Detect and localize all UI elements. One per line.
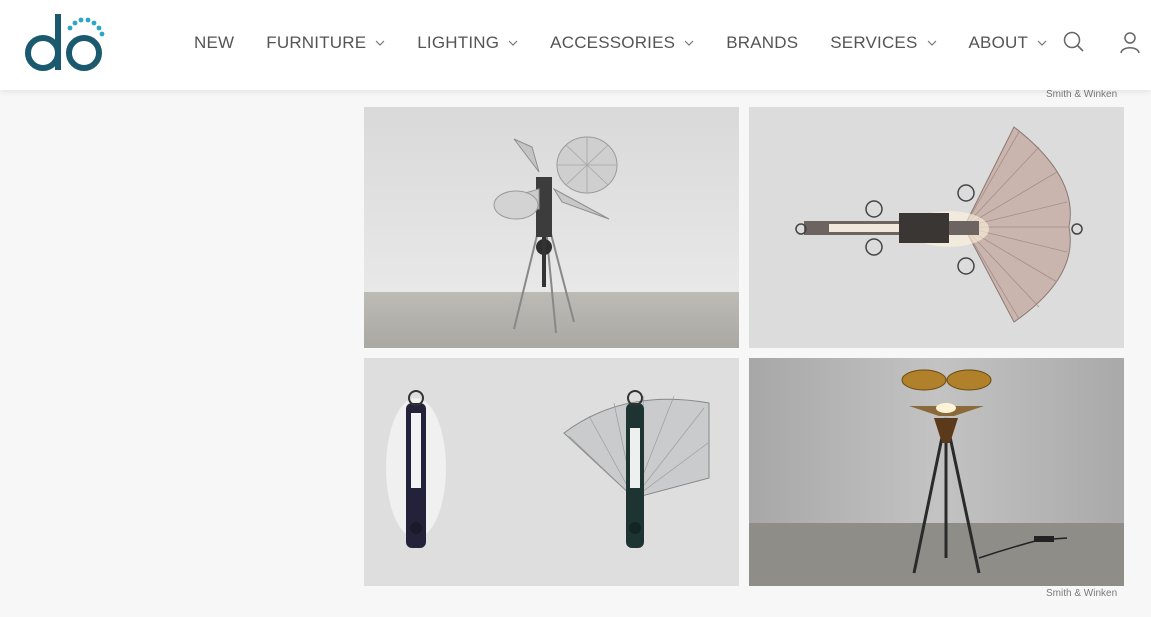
nav-item-label: ABOUT: [968, 33, 1029, 52]
nav-item-label: ACCESSORIES: [550, 33, 676, 52]
nav-item-furniture[interactable]: FURNITURE: [266, 33, 385, 53]
nav-item-label: FURNITURE: [266, 33, 367, 52]
nav-item-services[interactable]: SERVICES: [830, 33, 936, 53]
wall-lamp-fan-photo[interactable]: [749, 107, 1124, 348]
search-icon[interactable]: [1062, 30, 1086, 54]
nav-item-label: NEW: [194, 33, 235, 52]
chevron-down-icon: [927, 40, 936, 46]
site-header: NEW FURNITURE LIGHTING ACCESSORIES BRAND…: [0, 0, 1151, 90]
nav-item-accessories[interactable]: ACCESSORIES: [550, 33, 694, 53]
two-wall-lamps-photo[interactable]: [364, 358, 739, 586]
floor-lamp-fans-photo[interactable]: [364, 107, 739, 348]
main-nav: NEW FURNITURE LIGHTING ACCESSORIES BRAND…: [194, 31, 1079, 55]
chevron-down-icon: [375, 40, 385, 46]
chevron-down-icon: [1037, 40, 1047, 46]
chevron-down-icon: [508, 40, 518, 46]
chevron-down-icon: [684, 40, 694, 46]
user-icon[interactable]: [1118, 30, 1142, 54]
nav-item-brands[interactable]: BRANDS: [726, 33, 798, 53]
nav-item-label: SERVICES: [830, 33, 918, 52]
nav-item-lighting[interactable]: LIGHTING: [417, 33, 518, 53]
brand-logo[interactable]: [24, 14, 110, 76]
nav-item-label: BRANDS: [726, 33, 799, 52]
photo-credit-caption: Smith & Winken: [1046, 89, 1118, 100]
nav-item-new[interactable]: NEW: [194, 33, 234, 53]
tripod-lamp-amber-photo[interactable]: [749, 358, 1124, 586]
photo-credit-caption: Smith & Winken: [1046, 588, 1118, 599]
nav-item-about[interactable]: ABOUT: [969, 33, 1048, 53]
nav-item-label: LIGHTING: [417, 33, 500, 52]
